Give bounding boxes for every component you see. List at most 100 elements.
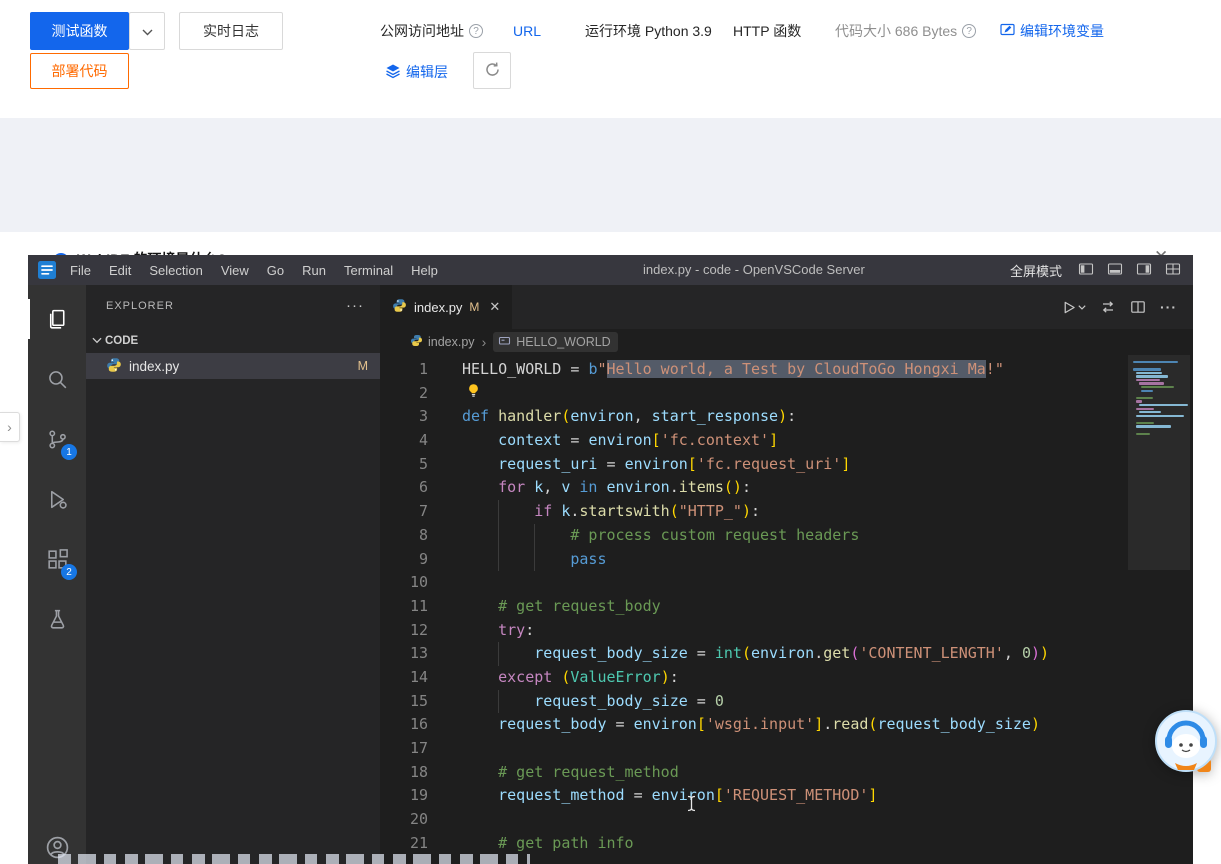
more-actions-icon[interactable]: ··· (346, 302, 364, 310)
line-number: 21 (380, 832, 428, 856)
close-tab-icon[interactable]: ✕ (489, 299, 500, 315)
public-url-label: 公网访问地址 (380, 21, 464, 41)
activity-bar: 1 2 (28, 285, 86, 864)
run-file-button[interactable] (1061, 300, 1086, 315)
clipped-footer-text (58, 854, 530, 864)
explorer-icon[interactable] (28, 289, 86, 349)
text-cursor-pointer (686, 795, 697, 816)
code-line[interactable]: 19 request_method = environ['REQUEST_MET… (380, 784, 1193, 808)
line-number: 8 (380, 524, 428, 548)
file-name: index.py (129, 359, 179, 374)
line-number: 7 (380, 500, 428, 524)
code-line[interactable]: 16 request_body = environ['wsgi.input'].… (380, 713, 1193, 737)
file-item-indexpy[interactable]: index.py M (86, 353, 380, 379)
help-icon[interactable]: ? (962, 24, 976, 38)
tab-label: index.py (414, 300, 462, 315)
extensions-badge: 2 (61, 564, 77, 580)
line-number: 6 (380, 476, 428, 500)
menu-terminal[interactable]: Terminal (335, 263, 402, 278)
explorer-header: EXPLORER (106, 300, 174, 312)
code-editor[interactable]: 1HELLO_WORLD = b"Hello world, a Test by … (380, 355, 1193, 864)
expand-panel-button[interactable]: › (0, 412, 20, 442)
compare-changes-icon[interactable] (1100, 299, 1116, 315)
code-line[interactable]: 7 if k.startswith("HTTP_"): (380, 500, 1193, 524)
refresh-icon (484, 61, 501, 81)
menu-go[interactable]: Go (258, 263, 293, 278)
webide-info-banner: i WebIDE 的环境是什么? WebIDE 是可以帮助开发者快速进行代码测试… (0, 118, 1221, 232)
code-line[interactable]: 5 request_uri = environ['fc.request_uri'… (380, 453, 1193, 477)
breadcrumb-symbol[interactable]: HELLO_WORLD (493, 332, 617, 352)
editor-layout-icon[interactable] (1165, 261, 1181, 280)
code-line[interactable]: 4 context = environ['fc.context'] (380, 429, 1193, 453)
menu-view[interactable]: View (212, 263, 258, 278)
tab-bar: index.py M ✕ ··· (380, 285, 1193, 329)
code-line[interactable]: 14 except (ValueError): (380, 666, 1193, 690)
code-line[interactable]: 21 # get path info (380, 832, 1193, 856)
code-line[interactable]: 6 for k, v in environ.items(): (380, 476, 1193, 500)
split-editor-icon[interactable] (1130, 299, 1146, 315)
code-line[interactable]: 11 # get request_body (380, 595, 1193, 619)
run-debug-icon[interactable] (28, 469, 86, 529)
edit-env-vars-link[interactable]: 编辑环境变量 (1000, 21, 1104, 41)
python-file-icon (392, 298, 407, 316)
public-url-link[interactable]: URL (513, 21, 541, 41)
customer-service-chat-button[interactable] (1155, 709, 1219, 782)
titlebar: FileEditSelectionViewGoRunTerminalHelp i… (28, 255, 1193, 285)
breadcrumb-file[interactable]: index.py (410, 334, 475, 350)
line-number: 4 (380, 429, 428, 453)
refresh-button[interactable] (473, 52, 511, 89)
line-number: 12 (380, 619, 428, 643)
code-line[interactable]: 1HELLO_WORLD = b"Hello world, a Test by … (380, 358, 1193, 382)
code-line[interactable]: 9 pass (380, 548, 1193, 572)
breadcrumbs: index.py › HELLO_WORLD (380, 329, 1193, 355)
vscode-window: FileEditSelectionViewGoRunTerminalHelp i… (28, 255, 1193, 864)
code-line[interactable]: 2 (380, 382, 1193, 406)
menu-help[interactable]: Help (402, 263, 447, 278)
code-line[interactable]: 20 (380, 808, 1193, 832)
line-number: 19 (380, 784, 428, 808)
test-function-dropdown[interactable] (129, 12, 165, 50)
line-number: 18 (380, 761, 428, 785)
symbol-field-icon (498, 334, 511, 350)
line-number: 11 (380, 595, 428, 619)
menu-selection[interactable]: Selection (140, 263, 211, 278)
minimap[interactable] (1128, 355, 1190, 864)
search-icon[interactable] (28, 349, 86, 409)
code-line[interactable]: 18 # get request_method (380, 761, 1193, 785)
testing-beaker-icon[interactable] (28, 589, 86, 649)
tab-indexpy[interactable]: index.py M ✕ (380, 285, 512, 329)
chevron-down-icon (92, 335, 102, 347)
deploy-code-button[interactable]: 部署代码 (30, 53, 129, 89)
edit-env-icon (1000, 22, 1015, 40)
code-line[interactable]: 10 (380, 571, 1193, 595)
code-line[interactable]: 3def handler(environ, start_response): (380, 405, 1193, 429)
code-line[interactable]: 17 (380, 737, 1193, 761)
line-number: 15 (380, 690, 428, 714)
extensions-icon[interactable]: 2 (28, 529, 86, 589)
line-number: 14 (380, 666, 428, 690)
toggle-panel-icon[interactable] (1107, 261, 1123, 280)
menu-edit[interactable]: Edit (100, 263, 140, 278)
source-control-icon[interactable]: 1 (28, 409, 86, 469)
test-function-button[interactable]: 测试函数 (30, 12, 129, 50)
code-line[interactable]: 8 # process custom request headers (380, 524, 1193, 548)
code-line[interactable]: 15 request_body_size = 0 (380, 690, 1193, 714)
vscode-logo-icon (38, 261, 56, 279)
runtime-label: 运行环境 Python 3.9 (585, 21, 712, 41)
menu-run[interactable]: Run (293, 263, 335, 278)
code-line[interactable]: 13 request_body_size = int(environ.get('… (380, 642, 1193, 666)
code-line[interactable]: 12 try: (380, 619, 1193, 643)
line-number: 16 (380, 713, 428, 737)
fullscreen-label[interactable]: 全屏模式 (1010, 261, 1062, 280)
toggle-secondary-sidebar-icon[interactable] (1136, 261, 1152, 280)
code-section-header[interactable]: CODE (86, 329, 380, 353)
realtime-logs-button[interactable]: 实时日志 (179, 12, 283, 50)
more-actions-icon[interactable]: ··· (1160, 299, 1177, 315)
edit-layer-link[interactable]: 编辑层 (385, 62, 448, 82)
git-modified-badge: M (469, 300, 479, 314)
menu-file[interactable]: File (61, 263, 100, 278)
lightbulb-icon[interactable] (466, 383, 481, 402)
python-file-icon (106, 357, 122, 376)
help-icon[interactable]: ? (469, 24, 483, 38)
toggle-sidebar-icon[interactable] (1078, 261, 1094, 280)
